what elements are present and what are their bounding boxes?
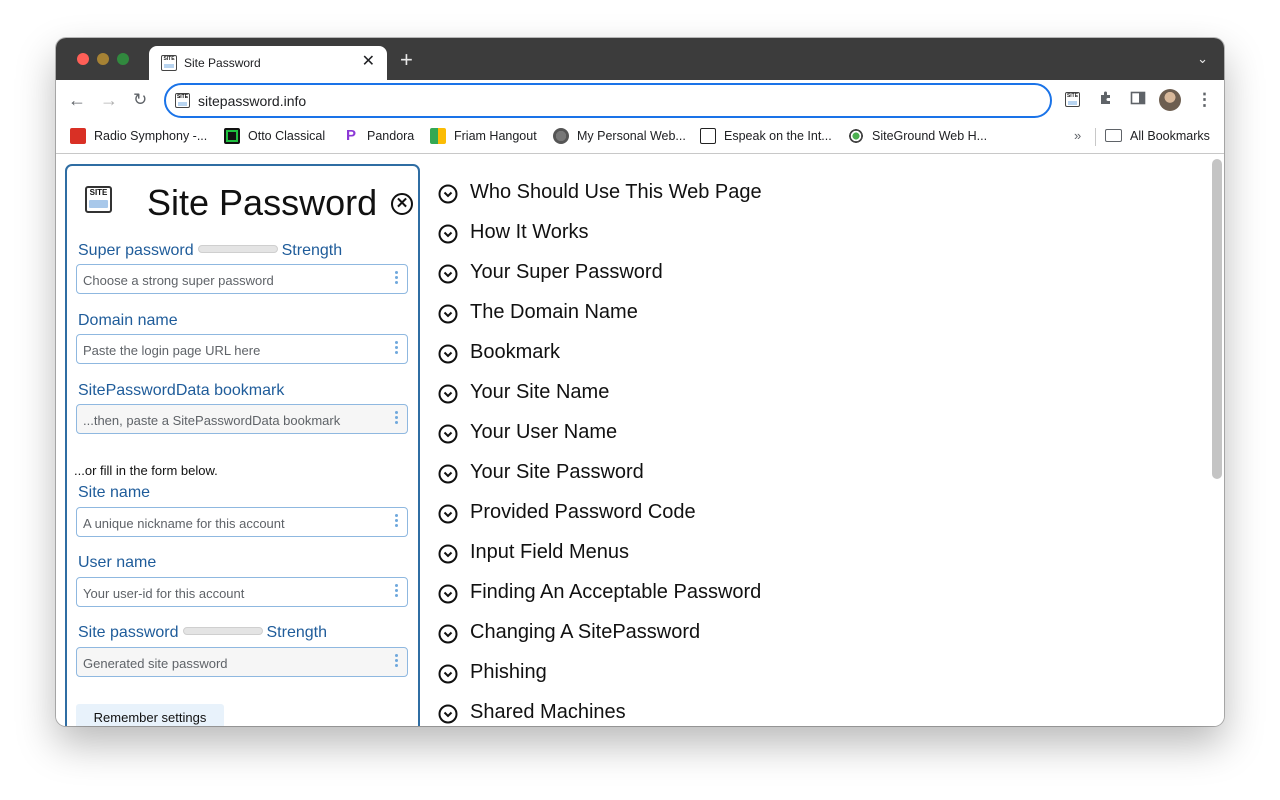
library-icon (700, 128, 716, 144)
siteground-icon (848, 128, 864, 144)
otto-icon (224, 128, 240, 144)
all-bookmarks-button[interactable]: All Bookmarks (1105, 128, 1210, 144)
tab-title: Site Password (184, 56, 261, 70)
field-menu-icon[interactable] (395, 411, 399, 427)
chevron-down-circle-icon (438, 704, 458, 724)
user-name-label: User name (78, 554, 157, 571)
profile-avatar[interactable] (1159, 89, 1181, 111)
site-favicon-icon: SITE (161, 55, 177, 71)
field-menu-icon[interactable] (395, 654, 399, 670)
meet-icon (430, 128, 446, 144)
site-name-label: Site name (78, 484, 151, 501)
bookmark-field[interactable] (76, 404, 408, 434)
user-name-input[interactable] (83, 584, 383, 602)
bookmark-item[interactable]: Radio Symphony -... (70, 128, 207, 146)
url-text[interactable]: sitepassword.info (198, 93, 306, 109)
zoom-window-button[interactable] (117, 53, 129, 65)
chevron-down-circle-icon (438, 224, 458, 244)
chevron-down-circle-icon (438, 424, 458, 444)
tab-site-password[interactable]: SITE Site Password ✕ (149, 46, 387, 80)
super-password-input[interactable] (83, 271, 383, 289)
site-password-extension-icon[interactable]: SITE (1065, 92, 1080, 107)
bookmark-item[interactable]: Friam Hangout (430, 128, 537, 146)
user-name-field[interactable] (76, 577, 408, 607)
browser-window: SITE Site Password ✕ + ⌄ ← → ↻ SITE site… (56, 38, 1224, 726)
globe-icon (553, 128, 569, 144)
page-title: Site Password (147, 182, 378, 223)
bookmark-item[interactable]: My Personal Web... (553, 128, 686, 146)
site-favicon-icon: SITE (175, 93, 190, 108)
remember-settings-button[interactable]: Remember settings (76, 704, 224, 726)
chevron-down-circle-icon (438, 384, 458, 404)
close-circle-icon[interactable]: ✕ (391, 193, 413, 215)
bookmarks-divider (1095, 128, 1096, 146)
bookmark-item[interactable]: Espeak on the Int... (700, 128, 832, 146)
super-password-strength-meter (197, 245, 278, 253)
tab-bar: SITE Site Password ✕ + ⌄ (56, 38, 1224, 80)
address-bar[interactable]: SITE sitepassword.info (164, 83, 1052, 118)
side-panel-icon[interactable] (1129, 90, 1147, 108)
extensions-puzzle-icon[interactable] (1097, 90, 1115, 108)
bookmark-item[interactable]: P Pandora (343, 128, 414, 146)
bookmark-item[interactable]: Otto Classical (224, 128, 325, 146)
site-password-label: Site password Strength (78, 624, 327, 641)
site-password-input[interactable] (83, 654, 383, 672)
forward-arrow-icon[interactable]: → (100, 89, 118, 111)
site-password-form-panel: SITE Site Password ✕ Super password Stren… (65, 164, 420, 726)
bookmarks-bar: Radio Symphony -... Otto Classical P Pand… (56, 120, 1224, 154)
field-menu-icon[interactable] (395, 584, 399, 600)
pandora-icon: P (345, 127, 356, 144)
site-password-strength-meter (182, 627, 263, 635)
chevron-down-icon[interactable]: ⌄ (1197, 51, 1208, 67)
chevron-down-circle-icon (438, 664, 458, 684)
field-menu-icon[interactable] (395, 271, 399, 287)
super-password-label: Super password Strength (78, 242, 343, 259)
radio-icon (70, 128, 86, 144)
domain-name-field[interactable] (76, 334, 408, 364)
chevron-down-circle-icon (438, 624, 458, 644)
page-scrollbar[interactable] (1212, 159, 1222, 479)
bookmark-input[interactable] (83, 411, 383, 429)
site-name-input[interactable] (83, 514, 383, 532)
more-menu-icon[interactable]: ⋮ (1196, 89, 1213, 111)
chevron-down-circle-icon (438, 304, 458, 324)
browser-toolbar: ← → ↻ SITE sitepassword.info SITE ⋮ (56, 80, 1224, 120)
bookmark-item[interactable]: SiteGround Web H... (848, 128, 987, 146)
domain-name-label: Domain name (78, 312, 178, 329)
site-password-field[interactable] (76, 647, 408, 677)
bookmark-label: SitePasswordData bookmark (78, 382, 285, 399)
chevron-down-circle-icon (438, 544, 458, 564)
minimize-window-button[interactable] (97, 53, 109, 65)
site-name-field[interactable] (76, 507, 408, 537)
chevron-down-circle-icon (438, 464, 458, 484)
new-tab-button[interactable]: + (400, 49, 413, 71)
super-password-field[interactable] (76, 264, 408, 294)
close-window-button[interactable] (77, 53, 89, 65)
reload-icon[interactable]: ↻ (133, 89, 147, 111)
chevron-down-circle-icon (438, 264, 458, 284)
or-fill-note: ...or fill in the form below. (74, 463, 218, 478)
chevron-down-circle-icon (438, 584, 458, 604)
chevron-down-circle-icon (438, 504, 458, 524)
field-menu-icon[interactable] (395, 341, 399, 357)
back-arrow-icon[interactable]: ← (68, 89, 86, 111)
domain-name-input[interactable] (83, 341, 383, 359)
chevron-down-circle-icon (438, 344, 458, 364)
site-logo-icon: SITE (85, 186, 112, 213)
tab-close-icon[interactable]: ✕ (362, 53, 375, 71)
field-menu-icon[interactable] (395, 514, 399, 530)
bookmarks-overflow-button[interactable]: » (1074, 128, 1081, 143)
chevron-down-circle-icon (438, 184, 458, 204)
page-content: SITE Site Password ✕ Super password Stren… (56, 155, 1224, 726)
folder-icon (1105, 129, 1122, 142)
